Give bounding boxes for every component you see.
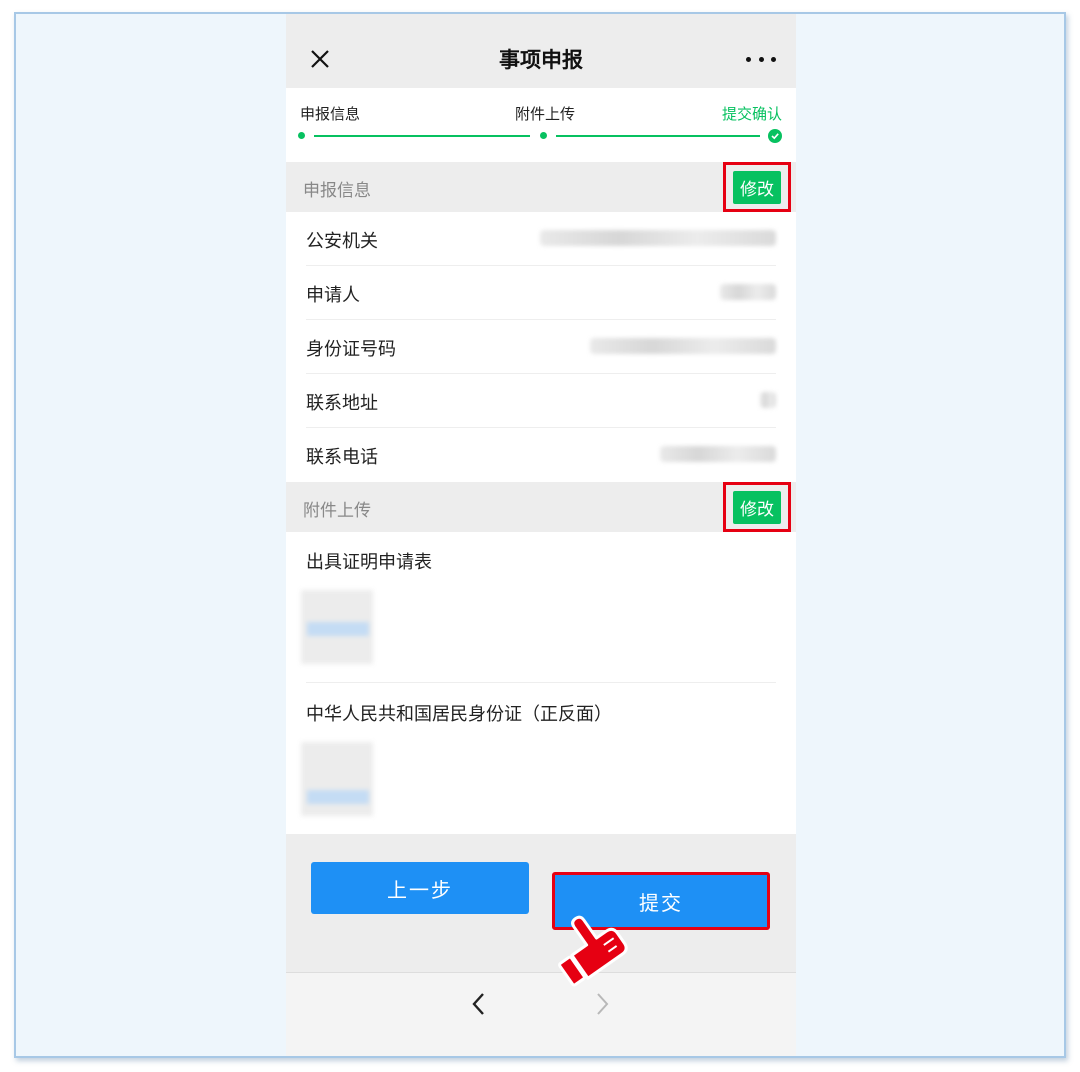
back-arrow-icon [472, 993, 484, 1015]
forward-arrow-icon [597, 993, 609, 1015]
pointing-hand-icon [558, 915, 628, 987]
field-label: 申请人 [306, 285, 360, 306]
declaration-section-header: 申报信息 修改 [286, 162, 796, 212]
attachment-section-title: 附件上传 [303, 501, 371, 521]
step-declaration-label: 申报信息 [300, 105, 361, 123]
field-label: 身份证号码 [306, 339, 396, 360]
redacted-value [540, 230, 776, 246]
step-dot [540, 132, 547, 139]
attachment-label-id-card: 中华人民共和国居民身份证（正反面） [306, 704, 612, 725]
attachment-thumbnail[interactable] [301, 742, 373, 816]
edit-attachment-button[interactable]: 修改 [723, 482, 791, 532]
previous-step-button[interactable]: 上一步 [311, 862, 529, 914]
divider [306, 682, 776, 683]
info-row-applicant: 申请人 [306, 266, 776, 320]
field-label: 联系地址 [306, 393, 378, 414]
field-label: 联系电话 [306, 447, 378, 468]
info-row-phone: 联系电话 [306, 428, 776, 482]
back-button[interactable] [464, 989, 494, 1019]
redacted-value [720, 284, 776, 300]
top-nav-bar: 事项申报 [286, 14, 796, 88]
step-dot [298, 132, 305, 139]
info-row-address: 联系地址 [306, 374, 776, 428]
check-icon [768, 129, 782, 143]
step-confirm-label: 提交确认 [722, 105, 783, 123]
step-line [314, 135, 530, 137]
field-label: 公安机关 [306, 231, 378, 252]
more-icon [746, 56, 751, 62]
page-title: 事项申报 [499, 48, 583, 72]
attachment-thumbnail[interactable] [301, 590, 373, 664]
redacted-value [660, 446, 776, 462]
step-line [556, 135, 760, 137]
forward-button[interactable] [587, 989, 617, 1019]
step-attachment-label: 附件上传 [515, 105, 576, 123]
attachment-label-application-form: 出具证明申请表 [306, 552, 432, 573]
edit-declaration-button[interactable]: 修改 [723, 162, 791, 212]
redacted-value [760, 392, 776, 408]
declaration-section-title: 申报信息 [303, 181, 371, 201]
redacted-value [590, 338, 776, 354]
browser-navigation-bar [286, 972, 796, 1056]
step-progress: 申报信息 附件上传 提交确认 [286, 88, 796, 162]
more-button[interactable] [746, 49, 776, 69]
info-row-police: 公安机关 [306, 212, 776, 266]
info-row-id-number: 身份证号码 [306, 320, 776, 374]
attachment-section-header: 附件上传 修改 [286, 482, 796, 532]
